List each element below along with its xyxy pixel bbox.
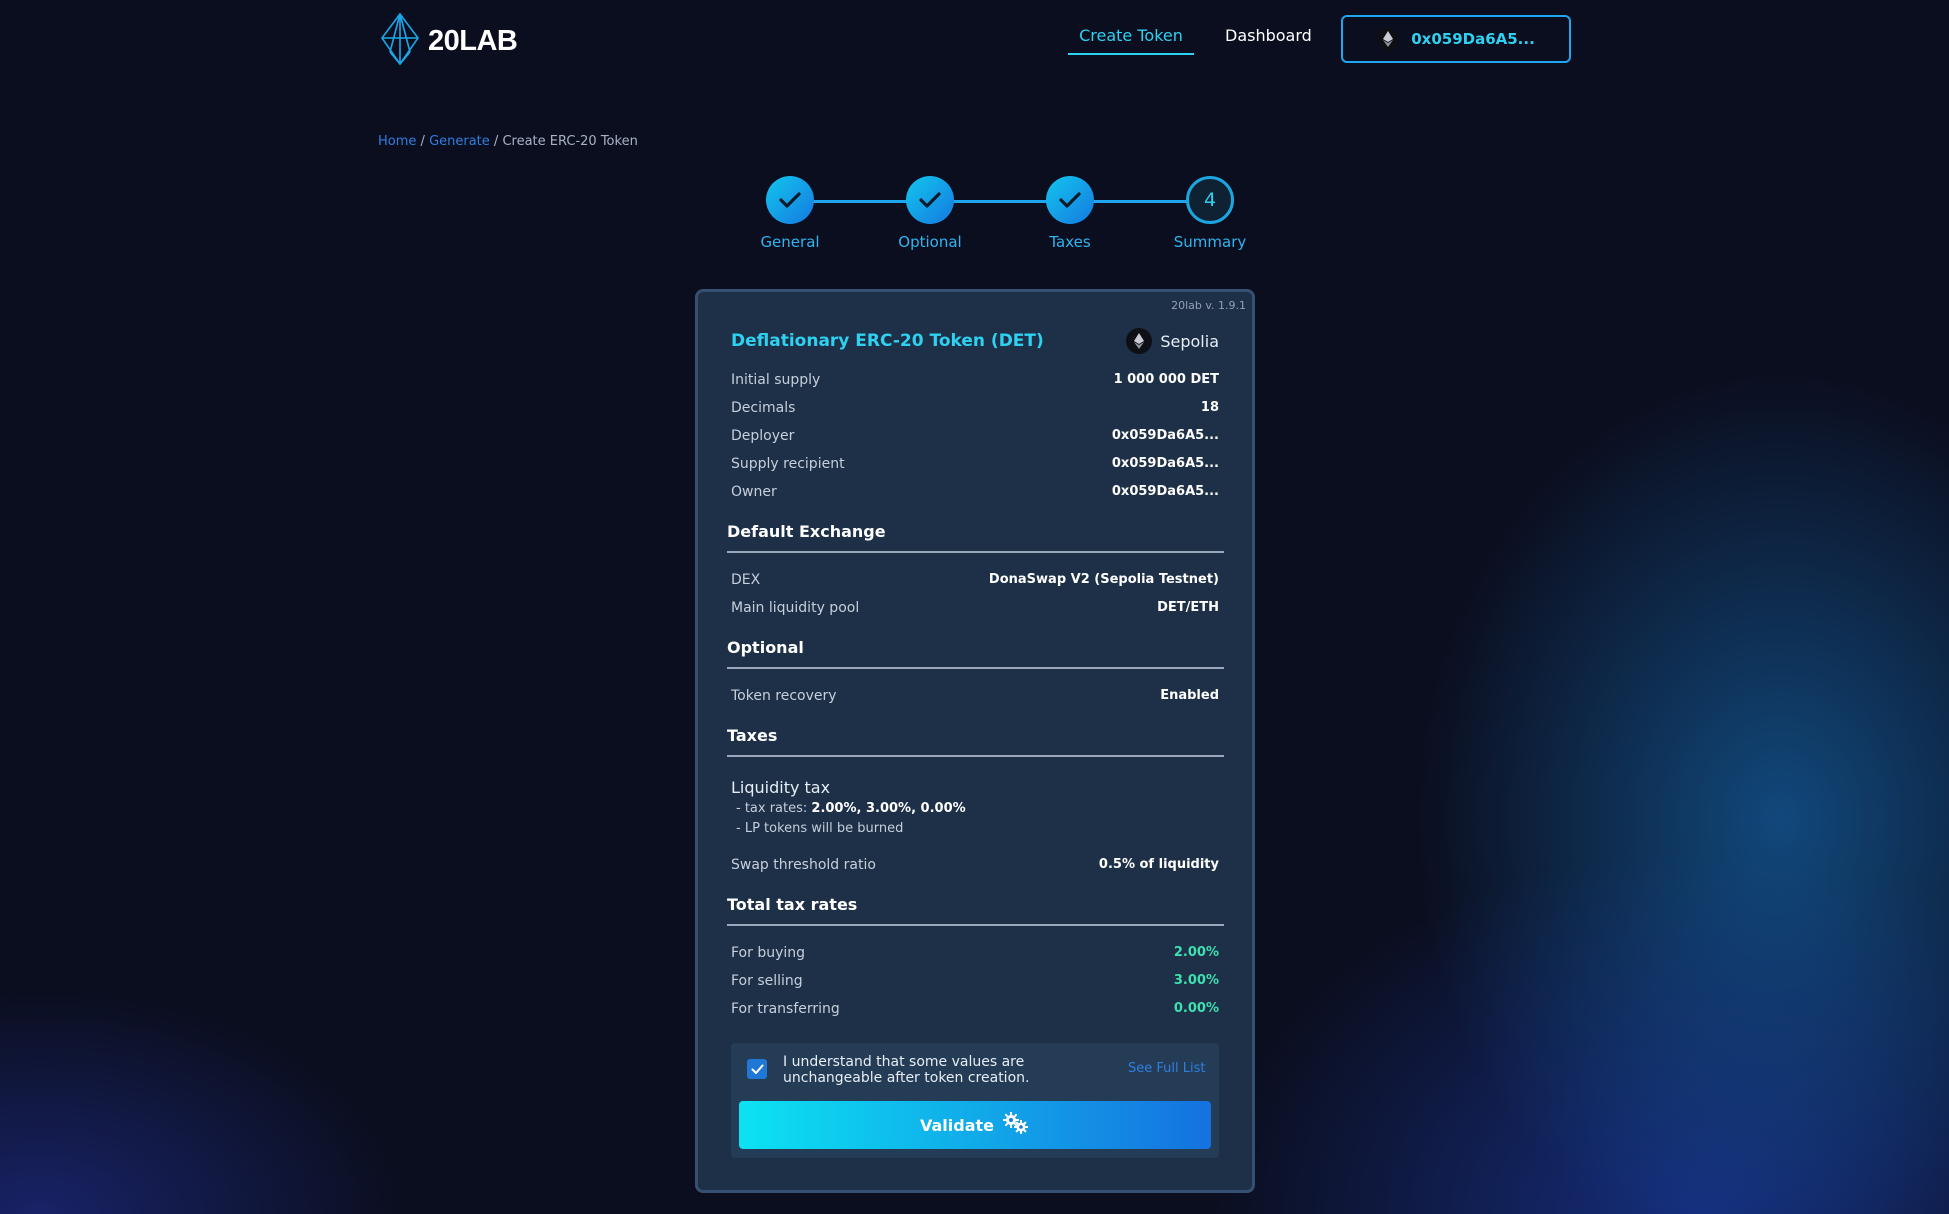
step-summary[interactable]: 4 Summary <box>1140 176 1280 251</box>
consent-checkbox[interactable] <box>747 1059 767 1079</box>
check-icon <box>1046 176 1094 224</box>
row-label: Swap threshold ratio <box>731 857 876 873</box>
network-indicator: Sepolia <box>1126 328 1219 354</box>
row-label: For buying <box>731 945 806 961</box>
nav-dashboard[interactable]: Dashboard <box>1225 26 1312 53</box>
row-value: DonaSwap V2 (Sepolia Testnet) <box>988 572 1219 587</box>
summary-row: For selling 3.00% <box>731 973 1219 989</box>
row-label: DEX <box>731 572 761 588</box>
consent-text: I understand that some values are unchan… <box>783 1054 1030 1086</box>
breadcrumb-home[interactable]: Home <box>378 134 416 149</box>
breadcrumb-separator: / <box>420 134 425 149</box>
breadcrumb-current: Create ERC-20 Token <box>502 134 638 149</box>
breadcrumb-separator: / <box>493 134 499 149</box>
section-heading: Total tax rates <box>727 895 1224 926</box>
row-value: 0x059Da6A5... <box>1111 456 1219 471</box>
consent-panel: I understand that some values are unchan… <box>731 1043 1219 1158</box>
progress-stepper: General Optional Taxes 4 Summary <box>720 176 1246 256</box>
nav-create-token[interactable]: Create Token <box>1068 26 1194 55</box>
token-title: Deflationary ERC-20 Token (DET) <box>731 331 1044 351</box>
summary-row: Main liquidity pool DET/ETH <box>731 600 1219 616</box>
row-label: Owner <box>731 484 777 500</box>
top-header: 20LAB Create Token Dashboard 0x059Da6A5.… <box>0 0 1949 80</box>
summary-row: Decimals 18 <box>731 400 1219 416</box>
summary-row: Owner 0x059Da6A5... <box>731 484 1219 500</box>
tax-rates-value: 2.00%, 3.00%, 0.00% <box>811 801 966 816</box>
summary-row: DEX DonaSwap V2 (Sepolia Testnet) <box>731 572 1219 588</box>
summary-row: Token recovery Enabled <box>731 688 1219 704</box>
version-label: 20lab v. 1.9.1 <box>1171 299 1246 312</box>
step-taxes[interactable]: Taxes <box>1000 176 1140 251</box>
row-value: 2.00% <box>1173 945 1219 960</box>
validate-label: Validate <box>919 1115 995 1135</box>
step-label: Summary <box>1173 233 1247 251</box>
tax-rates-line: - tax rates: 2.00%, 3.00%, 0.00% <box>736 801 966 816</box>
check-icon <box>766 176 814 224</box>
row-label: Supply recipient <box>731 456 845 472</box>
wallet-address: 0x059Da6A5... <box>1411 30 1535 48</box>
section-heading: Default Exchange <box>727 522 1224 553</box>
row-label: Initial supply <box>731 372 821 388</box>
breadcrumb-generate[interactable]: Generate <box>429 134 490 149</box>
tax-rates-prefix: - tax rates: <box>736 801 812 816</box>
ethereum-icon <box>1126 328 1153 354</box>
see-full-list-link[interactable]: See Full List <box>1128 1061 1205 1076</box>
summary-row: Swap threshold ratio 0.5% of liquidity <box>731 857 1219 873</box>
logo[interactable]: 20LAB <box>378 12 518 70</box>
section-heading: Optional <box>727 638 1224 669</box>
summary-row: Deployer 0x059Da6A5... <box>731 428 1219 444</box>
row-value: DET/ETH <box>1157 600 1219 615</box>
summary-row: For transferring 0.00% <box>731 1001 1219 1017</box>
row-label: Deployer <box>731 428 795 444</box>
lp-note: - LP tokens will be burned <box>736 821 904 836</box>
row-value: 0x059Da6A5... <box>1111 428 1219 443</box>
row-value: 0.5% of liquidity <box>1098 857 1219 872</box>
row-label: For selling <box>731 973 803 989</box>
check-icon <box>751 1064 763 1074</box>
row-value: 18 <box>1200 400 1219 415</box>
step-number: 4 <box>1186 176 1234 224</box>
diamond-logo-icon <box>378 12 422 70</box>
row-value: 3.00% <box>1173 973 1219 988</box>
row-label: Decimals <box>731 400 796 416</box>
row-value: 1 000 000 DET <box>1113 372 1219 387</box>
row-value: 0.00% <box>1173 1001 1219 1016</box>
row-label: Main liquidity pool <box>731 600 860 616</box>
step-label: General <box>760 233 820 251</box>
step-general[interactable]: General <box>720 176 860 251</box>
network-name: Sepolia <box>1160 331 1219 351</box>
logo-text: 20LAB <box>428 24 518 57</box>
wallet-button[interactable]: 0x059Da6A5... <box>1341 15 1571 63</box>
row-value: 0x059Da6A5... <box>1111 484 1219 499</box>
check-icon <box>906 176 954 224</box>
row-value: Enabled <box>1160 688 1219 703</box>
ethereum-icon <box>1377 28 1400 50</box>
validate-button[interactable]: Validate <box>739 1101 1211 1149</box>
step-label: Taxes <box>1049 233 1091 251</box>
summary-row: Initial supply 1 000 000 DET <box>731 372 1219 388</box>
summary-row: Supply recipient 0x059Da6A5... <box>731 456 1219 472</box>
step-optional[interactable]: Optional <box>860 176 1000 251</box>
token-summary-card: 20lab v. 1.9.1 Deflationary ERC-20 Token… <box>695 289 1255 1193</box>
liquidity-tax-title: Liquidity tax <box>731 778 831 797</box>
section-heading: Taxes <box>727 726 1224 757</box>
row-label: Token recovery <box>731 688 837 704</box>
gears-icon <box>1002 1111 1030 1139</box>
summary-row: For buying 2.00% <box>731 945 1219 961</box>
breadcrumb: Home / Generate / Create ERC-20 Token <box>378 134 638 149</box>
row-label: For transferring <box>731 1001 840 1017</box>
step-label: Optional <box>898 233 962 251</box>
